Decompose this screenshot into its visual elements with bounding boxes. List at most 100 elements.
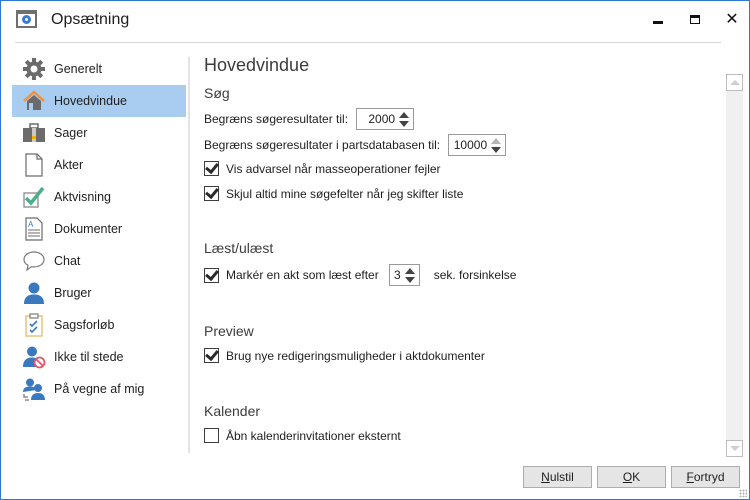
sidebar-item-bruger[interactable]: Bruger xyxy=(12,277,186,309)
new-editing-label: Brug nye redigeringsmuligheder i aktdoku… xyxy=(226,348,485,363)
section-title-read: Læst/ulæst xyxy=(204,240,274,256)
arrow-down-icon[interactable] xyxy=(404,277,415,283)
warn-mass-ops-row[interactable]: Vis advarsel når masseoperationer fejler xyxy=(204,161,441,176)
sidebar-item-label: Sager xyxy=(54,126,88,140)
arrow-down-icon xyxy=(729,446,740,451)
title-bar: Opsætning ✕ xyxy=(1,1,749,41)
delay-value: 3 xyxy=(394,268,401,282)
new-editing-checkbox[interactable] xyxy=(204,348,219,363)
user-delegate-icon xyxy=(23,378,45,401)
open-external-label: Åbn kalenderinvitationer eksternt xyxy=(226,428,401,443)
open-external-row[interactable]: Åbn kalenderinvitationer eksternt xyxy=(204,428,401,443)
minimize-icon xyxy=(653,21,663,24)
maximize-button[interactable] xyxy=(683,9,707,29)
sidebar-item-generelt[interactable]: Generelt xyxy=(12,53,186,85)
sidebar-item-label: På vegne af mig xyxy=(54,382,145,396)
arrow-up-icon[interactable] xyxy=(404,268,415,274)
sidebar-item-aktvisning[interactable]: Aktvisning xyxy=(12,181,186,213)
section-title-calendar: Kalender xyxy=(204,403,261,419)
user-icon xyxy=(24,282,44,304)
reset-button[interactable]: Nulstil xyxy=(523,466,592,488)
ok-label: K xyxy=(632,470,641,484)
cancel-label: ortryd xyxy=(693,470,725,484)
new-editing-row[interactable]: Brug nye redigeringsmuligheder i aktdoku… xyxy=(204,348,485,363)
text-document-icon: A xyxy=(25,217,43,241)
settings-content: Hovedvindue Søg Begræns søgeresultater t… xyxy=(204,51,724,451)
scroll-down-button[interactable] xyxy=(726,440,743,457)
ok-button[interactable]: OK xyxy=(597,466,666,488)
window-title: Opsætning xyxy=(51,11,130,28)
cancel-accel: F xyxy=(686,470,694,484)
title-separator xyxy=(15,42,721,43)
sidebar-item-label: Akter xyxy=(54,158,84,172)
limit-results-row: Begræns søgeresultater til: 2000 xyxy=(204,108,415,130)
svg-text:A: A xyxy=(28,220,34,229)
limit-party-stepper[interactable]: 10000 xyxy=(448,134,507,156)
document-icon xyxy=(25,153,43,177)
mark-read-label: Markér en akt som læst efter xyxy=(226,268,379,282)
settings-window-icon xyxy=(16,10,37,28)
sidebar-item-label: Generelt xyxy=(54,62,102,76)
limit-results-value: 2000 xyxy=(368,112,396,126)
stepper-arrows[interactable] xyxy=(404,268,416,283)
sidebar-item-label: Bruger xyxy=(54,286,92,300)
sidebar-item-ikke-til-stede[interactable]: Ikke til stede xyxy=(12,341,186,373)
hide-search-fields-checkbox[interactable] xyxy=(204,186,219,201)
sidebar-item-dokumenter[interactable]: A Dokumenter xyxy=(12,213,186,245)
reset-label: ulstil xyxy=(549,470,574,484)
reset-accel: N xyxy=(541,470,550,484)
vertical-scrollbar[interactable] xyxy=(726,74,743,457)
home-icon xyxy=(23,90,45,110)
speech-bubble-icon xyxy=(23,251,45,272)
checkmark-box-icon xyxy=(23,186,45,208)
close-icon: ✕ xyxy=(725,11,739,28)
sidebar-item-paa-vegne-af-mig[interactable]: På vegne af mig xyxy=(12,373,186,405)
limit-results-stepper[interactable]: 2000 xyxy=(356,108,415,130)
arrow-down-icon[interactable] xyxy=(399,121,410,127)
cancel-button[interactable]: Fortryd xyxy=(671,466,740,488)
sidebar-item-label: Dokumenter xyxy=(54,222,123,236)
mark-read-checkbox[interactable] xyxy=(204,267,219,283)
sidebar-item-sager[interactable]: Sager xyxy=(12,117,186,149)
resize-grip[interactable] xyxy=(739,489,747,497)
limit-party-label: Begræns søgeresultater i partsdatabasen … xyxy=(204,138,441,152)
user-unavailable-icon xyxy=(23,346,46,369)
sidebar-item-label: Sagsforløb xyxy=(54,318,115,332)
warn-mass-ops-label: Vis advarsel når masseoperationer fejler xyxy=(226,161,441,176)
open-external-checkbox[interactable] xyxy=(204,428,219,443)
mark-read-row: Markér en akt som læst efter 3 sek. fors… xyxy=(204,264,516,286)
arrow-up-icon[interactable] xyxy=(491,138,502,144)
briefcase-icon xyxy=(23,123,45,142)
section-title-preview: Preview xyxy=(204,323,254,339)
arrow-up-icon[interactable] xyxy=(399,112,410,118)
hide-search-fields-row[interactable]: Skjul altid mine søgefelter når jeg skif… xyxy=(204,186,463,201)
page-title: Hovedvindue xyxy=(204,55,310,75)
sidebar-item-hovedvindue[interactable]: Hovedvindue xyxy=(12,85,186,117)
settings-dialog: Opsætning ✕ Generelt Hovedvindue Sager A… xyxy=(0,0,750,500)
sidebar-item-akter[interactable]: Akter xyxy=(12,149,186,181)
limit-party-row: Begræns søgeresultater i partsdatabasen … xyxy=(204,134,507,156)
sidebar-item-label: Hovedvindue xyxy=(54,94,127,108)
close-button[interactable]: ✕ xyxy=(720,9,744,29)
arrow-down-icon[interactable] xyxy=(491,147,502,153)
limit-party-value: 10000 xyxy=(453,138,488,152)
arrow-up-icon xyxy=(729,80,740,85)
delay-stepper[interactable]: 3 xyxy=(388,264,420,286)
minimize-button[interactable] xyxy=(646,9,670,29)
stepper-arrows[interactable] xyxy=(399,112,410,127)
sidebar-nav: Generelt Hovedvindue Sager Akter Aktvisn… xyxy=(12,53,186,405)
section-title-search: Søg xyxy=(204,85,230,101)
maximize-icon xyxy=(690,14,700,24)
sidebar-item-label: Chat xyxy=(54,254,81,268)
scroll-up-button[interactable] xyxy=(726,74,743,91)
sidebar-item-chat[interactable]: Chat xyxy=(12,245,186,277)
delay-suffix: sek. forsinkelse xyxy=(433,268,517,282)
sidebar-item-label: Ikke til stede xyxy=(54,350,124,364)
hide-search-fields-label: Skjul altid mine søgefelter når jeg skif… xyxy=(226,186,464,201)
stepper-arrows[interactable] xyxy=(491,138,502,153)
sidebar-divider xyxy=(188,57,190,453)
clipboard-checklist-icon xyxy=(25,313,43,337)
sidebar-item-sagsforloeb[interactable]: Sagsforløb xyxy=(12,309,186,341)
gear-icon xyxy=(23,58,45,80)
warn-mass-ops-checkbox[interactable] xyxy=(204,161,219,176)
